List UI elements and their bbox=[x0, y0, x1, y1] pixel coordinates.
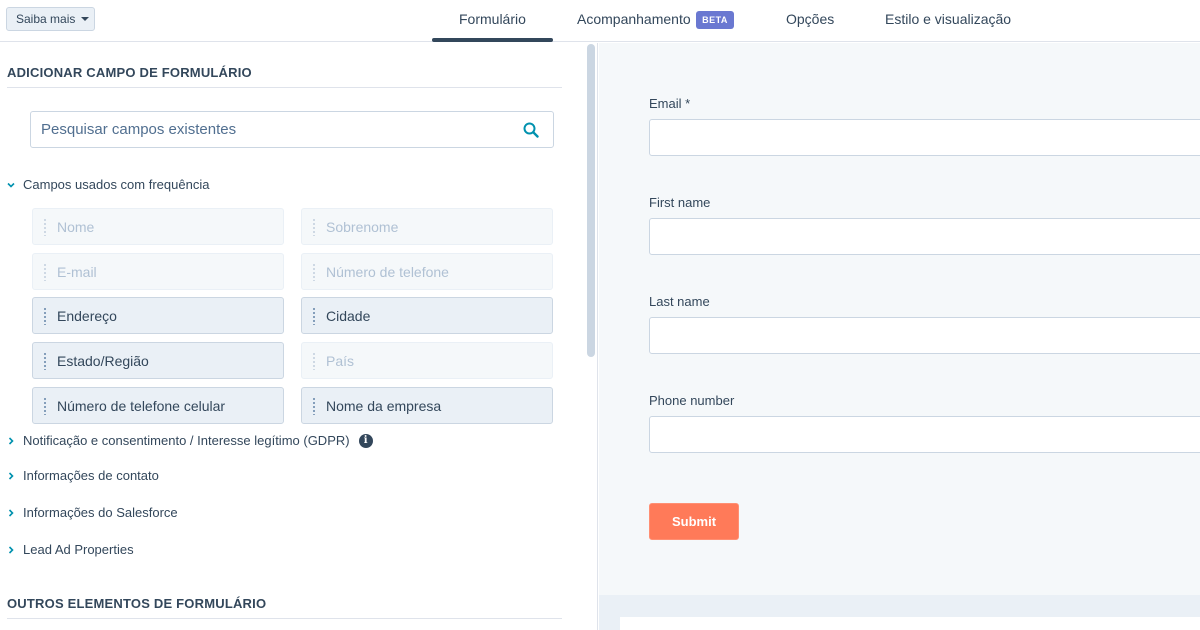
field-sobrenome: Sobrenome bbox=[301, 208, 553, 245]
group-label: Informações de contato bbox=[23, 468, 159, 483]
other-elements-title: OUTROS ELEMENTOS DE FORMULÁRIO bbox=[7, 596, 267, 611]
field-nome-empresa[interactable]: Nome da empresa bbox=[301, 387, 553, 424]
divider bbox=[7, 618, 562, 619]
add-field-title: ADICIONAR CAMPO DE FORMULÁRIO bbox=[7, 65, 252, 80]
form-canvas: Email * First name Last name Phone numbe… bbox=[599, 43, 1200, 595]
drag-handle-icon bbox=[302, 351, 326, 371]
search-icon[interactable] bbox=[523, 122, 539, 138]
search-input[interactable] bbox=[41, 121, 511, 138]
phone-number-label: Phone number bbox=[649, 393, 735, 408]
field-telefone-celular[interactable]: Número de telefone celular bbox=[32, 387, 284, 424]
field-numero-telefone: Número de telefone bbox=[301, 253, 553, 290]
caret-down-icon bbox=[81, 17, 90, 21]
field-label: Nome da empresa bbox=[326, 397, 442, 414]
drag-handle-icon bbox=[302, 262, 326, 282]
tab-estilo-visualizacao[interactable]: Estilo e visualização bbox=[885, 11, 1011, 27]
field-label: Número de telefone bbox=[326, 263, 449, 280]
form-preview: Email * First name Last name Phone numbe… bbox=[599, 43, 1200, 630]
chevron-right-icon bbox=[7, 436, 23, 445]
field-endereco[interactable]: Endereço bbox=[32, 297, 284, 334]
scrollbar-thumb[interactable] bbox=[587, 44, 595, 357]
tab-acompanhamento[interactable]: Acompanhamento bbox=[577, 11, 691, 27]
tab-opcoes[interactable]: Opções bbox=[786, 11, 834, 27]
first-name-field[interactable] bbox=[649, 218, 1200, 255]
group-frequent-fields[interactable]: Campos usados com frequência bbox=[7, 177, 209, 192]
group-label: Notificação e consentimento / Interesse … bbox=[23, 433, 350, 448]
phone-number-field[interactable] bbox=[649, 416, 1200, 453]
field-sidebar: ADICIONAR CAMPO DE FORMULÁRIO Campos usa… bbox=[0, 43, 584, 630]
group-salesforce[interactable]: Informações do Salesforce bbox=[7, 505, 178, 520]
drag-handle-icon bbox=[33, 217, 57, 237]
group-label: Informações do Salesforce bbox=[23, 505, 178, 520]
submit-button[interactable]: Submit bbox=[649, 503, 739, 540]
field-label: Sobrenome bbox=[326, 218, 399, 235]
chevron-right-icon bbox=[7, 471, 23, 480]
email-field[interactable] bbox=[649, 119, 1200, 156]
group-label: Campos usados com frequência bbox=[23, 177, 210, 192]
drag-handle-icon[interactable] bbox=[33, 351, 57, 371]
email-label: Email * bbox=[649, 96, 691, 111]
drag-handle-icon[interactable] bbox=[33, 306, 57, 326]
drag-handle-icon[interactable] bbox=[302, 396, 326, 416]
field-label: Número de telefone celular bbox=[57, 397, 226, 414]
info-icon[interactable]: i bbox=[358, 433, 373, 448]
search-field[interactable] bbox=[30, 111, 554, 148]
field-estado-regiao[interactable]: Estado/Região bbox=[32, 342, 284, 379]
drag-handle-icon bbox=[33, 262, 57, 282]
tab-formulario[interactable]: Formulário bbox=[432, 11, 553, 42]
divider bbox=[7, 87, 562, 88]
drag-handle-icon bbox=[302, 217, 326, 237]
group-contact-info[interactable]: Informações de contato bbox=[7, 468, 159, 483]
saiba-mais-button[interactable]: Saiba mais bbox=[6, 7, 95, 31]
chevron-right-icon bbox=[7, 545, 23, 554]
field-label: E-mail bbox=[57, 263, 97, 280]
last-name-label: Last name bbox=[649, 294, 710, 309]
drag-handle-icon[interactable] bbox=[33, 396, 57, 416]
top-bar: Saiba mais Formulário Acompanhamento BET… bbox=[0, 0, 1200, 42]
last-name-field[interactable] bbox=[649, 317, 1200, 354]
field-label: Estado/Região bbox=[57, 352, 149, 369]
field-cidade[interactable]: Cidade bbox=[301, 297, 553, 334]
field-label: Cidade bbox=[326, 307, 371, 324]
beta-badge: BETA bbox=[696, 11, 734, 29]
field-label: Endereço bbox=[57, 307, 117, 324]
field-pais: País bbox=[301, 342, 553, 379]
group-lead-ad-properties[interactable]: Lead Ad Properties bbox=[7, 542, 134, 557]
chevron-right-icon bbox=[7, 508, 23, 517]
field-label: País bbox=[326, 352, 355, 369]
chevron-down-icon bbox=[7, 181, 23, 189]
next-section-card bbox=[620, 617, 1200, 630]
drag-handle-icon[interactable] bbox=[302, 306, 326, 326]
field-email: E-mail bbox=[32, 253, 284, 290]
saiba-mais-label: Saiba mais bbox=[16, 12, 76, 26]
group-gdpr[interactable]: Notificação e consentimento / Interesse … bbox=[7, 433, 373, 448]
first-name-label: First name bbox=[649, 195, 711, 210]
group-label: Lead Ad Properties bbox=[23, 542, 134, 557]
field-nome: Nome bbox=[32, 208, 284, 245]
field-label: Nome bbox=[57, 218, 95, 235]
